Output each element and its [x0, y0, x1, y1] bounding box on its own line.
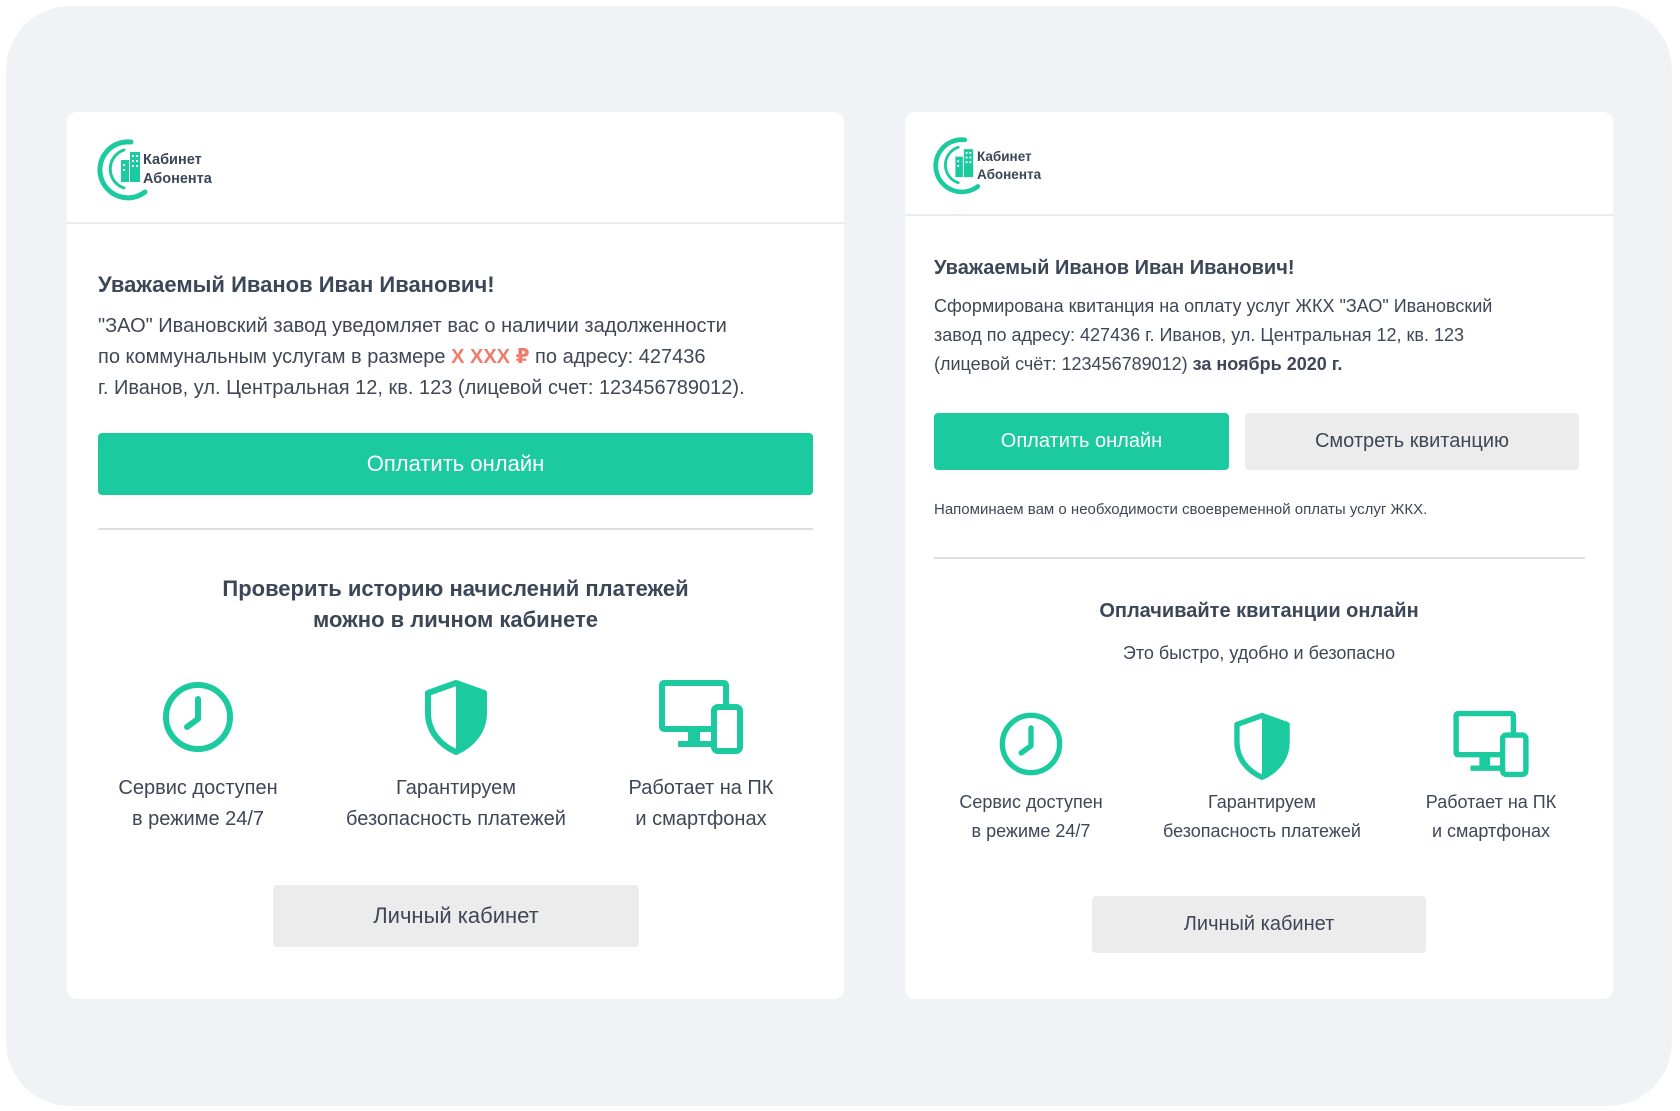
feature-devices: Работает на ПК и смартфонах — [606, 679, 796, 835]
logo-icon — [97, 136, 148, 201]
divider — [934, 557, 1585, 559]
debt-amount: X XXX ₽ — [451, 346, 530, 368]
clock-icon — [999, 712, 1063, 776]
invoice-message-line2: завод по адресу: 427436 г. Иванов, ул. Ц… — [934, 325, 1465, 345]
personal-cabinet-button[interactable]: Личный кабинет — [273, 885, 639, 947]
debt-message-line2: по коммунальным услугам в размере X XXX … — [98, 346, 706, 368]
logo: Кабинет Абонента — [933, 134, 1041, 195]
clock-icon — [163, 682, 233, 752]
debt-message-line1: "ЗАО" Ивановский завод уведомляет вас о … — [98, 315, 727, 337]
divider — [98, 528, 813, 530]
email-header: Кабинет Абонента — [67, 112, 844, 224]
logo-icon — [933, 134, 981, 195]
shield-icon — [425, 680, 487, 755]
payment-reminder: Напоминаем вам о необходимости своевреме… — [934, 501, 1428, 518]
section-title: Проверить историю начислений платежей мо… — [222, 576, 689, 632]
pay-online-button[interactable]: Оплатить онлайн — [934, 413, 1229, 470]
devices-icon — [1453, 710, 1529, 778]
personal-cabinet-button[interactable]: Личный кабинет — [1092, 896, 1426, 953]
invoice-message-line3: (лицевой счёт: 123456789012) за ноябрь 2… — [934, 354, 1343, 374]
feature-security: Гарантируем безопасность платежей — [1150, 710, 1374, 846]
invoice-period: за ноябрь 2020 г. — [1192, 354, 1343, 374]
debt-notice-email: Кабинет Абонента Уважаемый Иванов Иван И… — [67, 112, 844, 999]
debt-message-line3: г. Иванов, ул. Центральная 12, кв. 123 (… — [98, 377, 745, 399]
feature-devices: Работает на ПК и смартфонах — [1399, 710, 1583, 846]
section-title: Оплачивайте квитанции онлайн — [1099, 600, 1419, 622]
invoice-email: Кабинет Абонента Уважаемый Иванов Иван И… — [905, 112, 1613, 999]
greeting: Уважаемый Иванов Иван Иванович! — [934, 257, 1295, 279]
pay-online-button[interactable]: Оплатить онлайн — [98, 433, 813, 495]
invoice-message-line1: Сформирована квитанция на оплату услуг Ж… — [934, 296, 1493, 316]
logo: Кабинет Абонента — [97, 136, 212, 201]
section-subtitle: Это быстро, удобно и безопасно — [1122, 643, 1396, 663]
invoice-message: Сформирована квитанция на оплату услуг Ж… — [934, 292, 1594, 379]
devices-icon — [659, 680, 743, 754]
feature-availability: Сервис доступен в режиме 24/7 — [937, 710, 1125, 846]
shield-icon — [1234, 712, 1290, 780]
feature-availability: Сервис доступен в режиме 24/7 — [98, 679, 298, 835]
greeting: Уважаемый Иванов Иван Иванович! — [98, 272, 495, 297]
debt-message: "ЗАО" Ивановский завод уведомляет вас о … — [98, 311, 818, 404]
feature-security: Гарантируем безопасность платежей — [343, 679, 569, 835]
view-invoice-button[interactable]: Смотреть квитанцию — [1245, 413, 1579, 470]
email-header: Кабинет Абонента — [905, 112, 1613, 216]
